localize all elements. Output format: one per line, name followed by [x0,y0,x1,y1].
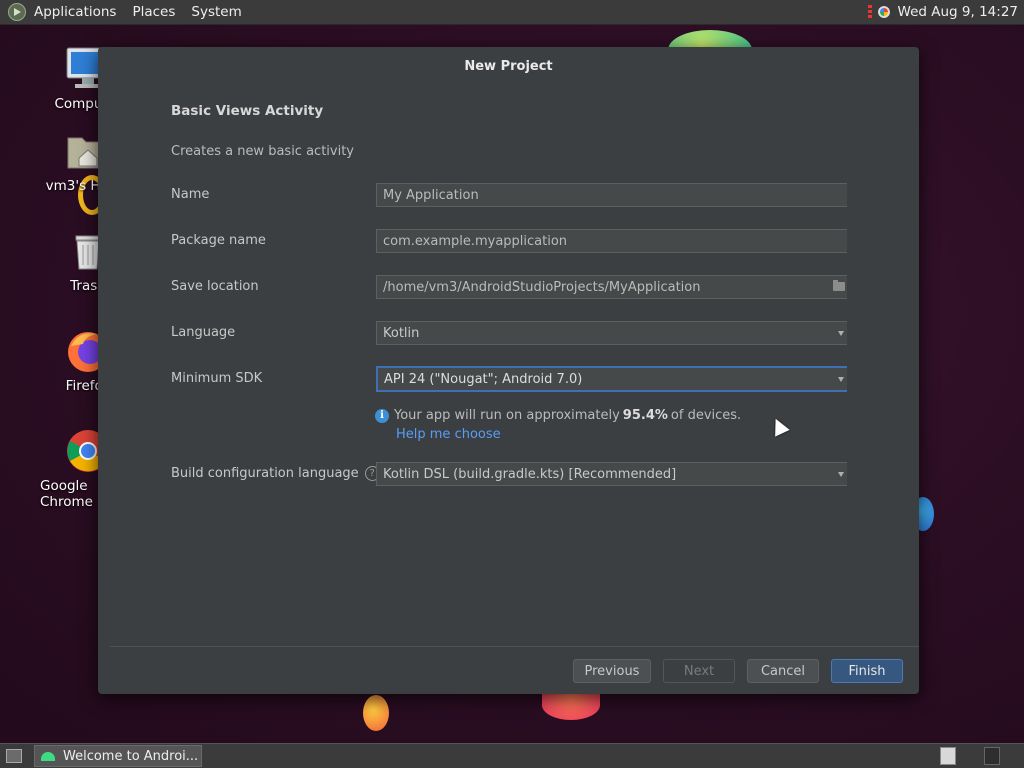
next-button[interactable]: Next [663,659,735,683]
places-menu-label: Places [132,4,176,20]
wallpaper-bubble [363,695,389,731]
top-panel: Applications Places System Wed Aug 9, 14… [0,0,1024,25]
template-heading: Basic Views Activity [171,103,324,119]
taskbar-window-android-studio[interactable]: Welcome to Androi... [34,745,202,767]
package-name-label: Package name [171,233,266,248]
minimum-sdk-value: API 24 ("Nougat"; Android 7.0) [384,371,583,387]
save-location-field[interactable]: /home/vm3/AndroidStudioProjects/MyApplic… [376,275,847,299]
previous-button[interactable]: Previous [573,659,651,683]
mate-logo-icon [8,3,26,21]
panel-tray: Wed Aug 9, 14:27 [867,0,1024,25]
name-field-value: My Application [383,187,479,203]
applications-menu[interactable]: Applications [0,0,124,25]
language-value: Kotlin [383,325,420,341]
minimum-sdk-label: Minimum SDK [171,371,263,386]
browse-folder-icon[interactable] [833,280,845,291]
coverage-suffix: of devices. [670,408,742,423]
minimum-sdk-dropdown[interactable]: API 24 ("Nougat"; Android 7.0) [376,366,847,392]
chrome-tray-icon[interactable] [875,4,892,20]
help-me-choose-link[interactable]: Help me choose [396,427,501,442]
name-label: Name [171,187,210,202]
taskbar-window-label: Welcome to Androi... [63,748,199,764]
name-field[interactable]: My Application [376,183,847,207]
chevron-down-icon [838,377,844,382]
chevron-down-icon [838,331,844,336]
coverage-percent: 95.4% [622,408,668,423]
template-description: Creates a new basic activity [171,144,355,159]
workspace-1[interactable] [940,747,956,765]
finish-button[interactable]: Finish [831,659,903,683]
language-dropdown[interactable]: Kotlin [376,321,847,345]
android-icon [41,751,55,761]
places-menu[interactable]: Places [124,0,183,25]
language-label: Language [171,325,236,340]
build-config-label: Build configuration language ? [171,466,380,481]
info-icon: i [375,408,389,423]
bottom-panel: Welcome to Androi... [0,743,1024,768]
chevron-down-icon [838,472,844,477]
coverage-prefix: Your app will run on approximately [394,408,620,423]
system-menu-label: System [191,4,242,20]
dialog-title: New Project [464,58,553,74]
build-config-value: Kotlin DSL (build.gradle.kts) [Recommend… [383,466,677,482]
applications-menu-label: Applications [34,4,117,20]
new-project-dialog: New Project Basic Views Activity Creates… [98,47,919,694]
save-location-label: Save location [171,279,259,294]
network-indicator-icon[interactable] [867,5,872,19]
cancel-button[interactable]: Cancel [747,659,819,683]
system-menu[interactable]: System [183,0,249,25]
show-desktop-icon[interactable] [6,749,22,763]
footer-divider [110,646,919,647]
workspace-2[interactable] [984,747,1000,765]
device-coverage-info: i Your app will run on approximately 95.… [375,408,741,423]
save-location-value: /home/vm3/AndroidStudioProjects/MyApplic… [383,279,701,295]
package-name-value: com.example.myapplication [383,233,568,249]
build-config-dropdown[interactable]: Kotlin DSL (build.gradle.kts) [Recommend… [376,462,847,486]
wallpaper-bubble [542,690,600,720]
clock[interactable]: Wed Aug 9, 14:27 [898,4,1018,20]
build-config-label-text: Build configuration language [171,466,359,481]
package-name-field[interactable]: com.example.myapplication [376,229,847,253]
